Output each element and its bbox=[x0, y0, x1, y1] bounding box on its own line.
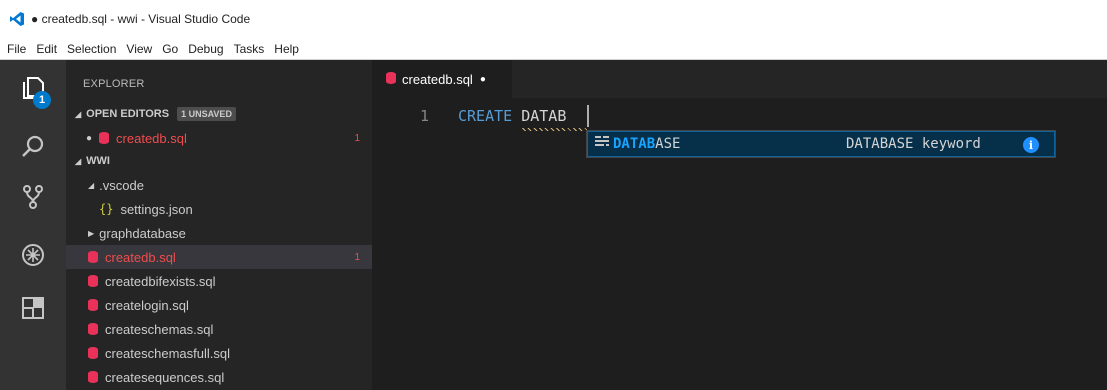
menu-help[interactable]: Help bbox=[269, 42, 304, 56]
tab-label: createdb.sql bbox=[402, 71, 473, 87]
open-editor-item[interactable]: ● createdb.sql 1 bbox=[66, 126, 372, 150]
vscode-window: ● createdb.sql - wwi - Visual Studio Cod… bbox=[0, 0, 1107, 390]
title-bar: ● createdb.sql - wwi - Visual Studio Cod… bbox=[0, 0, 1107, 38]
menu-tasks[interactable]: Tasks bbox=[229, 42, 270, 56]
code-line[interactable]: CREATE DATAB bbox=[458, 107, 566, 125]
vscode-logo-icon bbox=[9, 11, 25, 27]
folder-label: WWI bbox=[86, 155, 110, 167]
menu-view[interactable]: View bbox=[121, 42, 157, 56]
menu-go[interactable]: Go bbox=[157, 42, 183, 56]
dirty-dot-icon[interactable]: ● bbox=[480, 74, 486, 85]
file-createlogin-sql[interactable]: createlogin.sql bbox=[66, 293, 372, 317]
file-label: createdbifexists.sql bbox=[105, 273, 216, 289]
menu-bar: File Edit Selection View Go Debug Tasks … bbox=[0, 38, 1107, 60]
editor-area: createdb.sql ● 1 CREATE DATAB DATABASE D… bbox=[372, 60, 1107, 390]
file-settings-json[interactable]: {} settings.json bbox=[66, 197, 372, 221]
problem-count: 1 bbox=[354, 251, 360, 263]
sql-file-icon bbox=[386, 71, 396, 87]
folder-vscode[interactable]: ◢ .vscode bbox=[66, 173, 372, 197]
sql-file-icon bbox=[88, 275, 98, 287]
suggestion-item[interactable]: DATABASE DATABASE keyword i bbox=[587, 131, 1055, 157]
extensions-icon[interactable] bbox=[17, 292, 49, 324]
folder-graphdatabase[interactable]: ▶ graphdatabase bbox=[66, 221, 372, 245]
file-label: createschemasfull.sql bbox=[105, 345, 230, 361]
file-label: createlogin.sql bbox=[105, 297, 189, 313]
expanded-triangle-icon: ◢ bbox=[88, 180, 95, 190]
suggest-widget: DATABASE DATABASE keyword i bbox=[586, 130, 1056, 158]
json-file-icon: {} bbox=[99, 202, 114, 216]
suggestion-label: DATABASE bbox=[613, 136, 680, 152]
explorer-badge: 1 bbox=[33, 91, 51, 109]
debug-icon[interactable] bbox=[17, 239, 49, 271]
sql-file-icon bbox=[88, 323, 98, 335]
open-editor-filename: createdb.sql bbox=[116, 130, 187, 146]
error-squiggle bbox=[522, 128, 588, 131]
suggestion-rest: ASE bbox=[655, 136, 681, 152]
suggestion-detail: DATABASE keyword bbox=[846, 136, 981, 152]
activity-bar: 1 bbox=[0, 60, 66, 390]
file-createschemasfull-sql[interactable]: createschemasfull.sql bbox=[66, 341, 372, 365]
file-label: createsequences.sql bbox=[105, 369, 225, 385]
source-control-icon[interactable] bbox=[17, 181, 49, 213]
file-label: settings.json bbox=[120, 201, 193, 217]
code-partial-word: DATAB bbox=[521, 107, 567, 125]
tab-createdb-sql[interactable]: createdb.sql ● bbox=[372, 60, 512, 98]
sql-file-icon bbox=[99, 132, 110, 144]
collapsed-triangle-icon: ▶ bbox=[88, 228, 95, 238]
explorer-sidebar: EXPLORER ◢ OPEN EDITORS 1 UNSAVED ● crea… bbox=[66, 60, 372, 390]
file-createsequences-sql[interactable]: createsequences.sql bbox=[66, 365, 372, 389]
code-keyword: CREATE bbox=[458, 107, 513, 125]
search-icon[interactable] bbox=[17, 131, 49, 163]
menu-selection[interactable]: Selection bbox=[62, 42, 121, 56]
file-label: createschemas.sql bbox=[105, 321, 214, 337]
folder-vscode-label: .vscode bbox=[99, 177, 144, 193]
menu-file[interactable]: File bbox=[2, 42, 31, 56]
suggestion-match: DATAB bbox=[613, 136, 656, 152]
file-label: createdb.sql bbox=[105, 249, 176, 265]
line-number: 1 bbox=[420, 107, 430, 125]
unsaved-badge: 1 UNSAVED bbox=[177, 107, 236, 121]
expanded-triangle-icon: ◢ bbox=[75, 109, 82, 119]
sql-file-icon bbox=[88, 371, 98, 383]
file-createschemas-sql[interactable]: createschemas.sql bbox=[66, 317, 372, 341]
sql-file-icon bbox=[88, 347, 98, 359]
sql-file-icon bbox=[88, 251, 98, 263]
problem-count: 1 bbox=[354, 132, 360, 144]
sql-file-icon bbox=[88, 299, 98, 311]
keyword-icon bbox=[594, 135, 610, 154]
menu-edit[interactable]: Edit bbox=[31, 42, 62, 56]
folder-graphdatabase-label: graphdatabase bbox=[99, 225, 186, 241]
file-createdb-sql[interactable]: createdb.sql 1 bbox=[66, 245, 372, 269]
tab-strip: createdb.sql ● bbox=[372, 60, 1107, 98]
open-editors-header[interactable]: ◢ OPEN EDITORS 1 UNSAVED bbox=[66, 103, 372, 125]
window-title: ● createdb.sql - wwi - Visual Studio Cod… bbox=[31, 12, 251, 26]
open-editors-label: OPEN EDITORS bbox=[86, 108, 170, 120]
dirty-dot-icon: ● bbox=[86, 132, 93, 144]
text-cursor bbox=[587, 105, 589, 127]
expanded-triangle-icon: ◢ bbox=[75, 156, 82, 166]
sidebar-title: EXPLORER bbox=[83, 78, 145, 90]
file-createdbifexists-sql[interactable]: createdbifexists.sql bbox=[66, 269, 372, 293]
wwi-folder-header[interactable]: ◢ WWI bbox=[66, 150, 372, 172]
menu-debug[interactable]: Debug bbox=[183, 42, 228, 56]
info-icon[interactable]: i bbox=[1023, 137, 1039, 153]
